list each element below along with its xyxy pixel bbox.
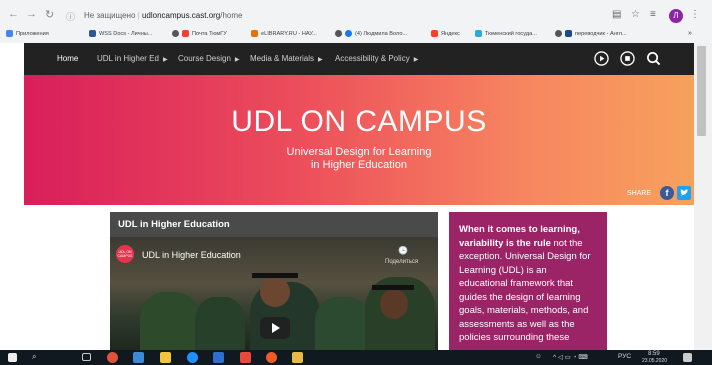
yandex-browser-icon[interactable]	[266, 352, 277, 363]
site-navbar: Home UDL in Higher Ed ▶ Course Design ▶ Me…	[24, 43, 694, 75]
caret-right-icon: ▶	[318, 57, 323, 63]
clock-time[interactable]: 8:59	[648, 351, 660, 357]
play-audio-icon[interactable]	[594, 51, 609, 66]
back-icon[interactable]: ←	[8, 8, 19, 20]
video-share-label[interactable]: Поделиться	[385, 259, 418, 265]
video-player[interactable]: UDL ON CAMPUS UDL in Higher Education 🕒 …	[110, 237, 438, 352]
app2-icon[interactable]	[292, 352, 303, 363]
yandex-icon	[431, 30, 438, 37]
caret-right-icon: ▶	[162, 57, 168, 63]
watch-later-icon[interactable]: 🕒	[398, 246, 408, 255]
nav-course-design[interactable]: Course Design ▶	[178, 54, 240, 63]
video-card-heading: UDL in Higher Education	[110, 212, 438, 237]
bookmarks-bar: Приложения WSS Docs - Личны... Почта Тюм…	[0, 27, 712, 42]
app-icon[interactable]	[133, 352, 144, 363]
url-host: udloncampus.cast.org	[141, 11, 221, 20]
share-label: SHARE	[627, 190, 652, 197]
scrollbar-thumb[interactable]	[697, 46, 706, 136]
chrome-icon[interactable]	[107, 352, 118, 363]
nav-accessibility-policy[interactable]: Accessibility & Policy ▶	[335, 54, 418, 63]
ie-icon[interactable]	[187, 352, 198, 363]
globe-icon	[555, 30, 562, 37]
info-icon[interactable]: ⓘ	[66, 10, 75, 23]
play-button[interactable]	[260, 317, 290, 339]
mail-icon[interactable]	[213, 352, 224, 363]
yandex-taskbar-icon[interactable]	[240, 352, 251, 363]
intro-body-text: not the exception. Universal Design for …	[459, 237, 591, 344]
elibrary-icon	[251, 30, 258, 37]
stop-audio-icon[interactable]	[620, 51, 635, 66]
url-path: /home	[220, 11, 243, 20]
tray-icons[interactable]: ^ ◁ ▭ ◔ ⌨	[553, 353, 588, 361]
nav-udl-higher-ed[interactable]: UDL in Higher Ed ▶	[97, 54, 168, 63]
menu-icon[interactable]: ⋮	[690, 9, 700, 20]
address-row: ← → ↻ ⓘ Не защищено | udloncampus.cast.o…	[0, 5, 712, 27]
search-icon[interactable]	[646, 51, 661, 66]
bookmark-elibrary[interactable]: eLIBRARY.RU - НАУ...	[251, 30, 317, 37]
nav-media-materials[interactable]: Media & Materials ▶	[250, 54, 323, 63]
bookmark-yandex[interactable]: Яндекс	[431, 30, 460, 37]
bookmark-utmn[interactable]: Тюменский госуда...	[475, 30, 537, 37]
browser-chrome: ← → ↻ ⓘ Не защищено | udloncampus.cast.o…	[0, 0, 712, 43]
apps-icon	[6, 30, 13, 37]
video-title[interactable]: UDL in Higher Education	[142, 250, 241, 260]
hero-title: UDL ON CAMPUS	[231, 105, 487, 138]
globe-icon	[335, 30, 342, 37]
translate-icon[interactable]: ▤	[612, 9, 621, 20]
hero-banner: UDL ON CAMPUS Universal Design for Learn…	[24, 75, 694, 205]
google-icon	[182, 30, 189, 37]
globe-icon	[172, 30, 179, 37]
search-taskbar-icon[interactable]: ⌕	[32, 352, 36, 362]
profile-avatar[interactable]: Л	[669, 9, 683, 23]
more-bookmarks-icon[interactable]: »	[688, 30, 692, 37]
bookmark-star-icon[interactable]: ☆	[631, 9, 640, 20]
twitter-share-icon[interactable]	[677, 186, 691, 200]
bookmark-translator[interactable]: переводчик - Англ...	[555, 30, 627, 37]
facebook-share-icon[interactable]: f	[660, 186, 674, 200]
people-icon[interactable]: ☺	[535, 353, 542, 360]
reload-icon[interactable]: ↻	[45, 8, 54, 21]
video-scene	[140, 292, 200, 352]
language-indicator[interactable]: РУС	[618, 353, 631, 360]
bookmark-mail[interactable]: Почта ТюмГУ	[172, 30, 227, 37]
address-bar[interactable]: Не защищено | udloncampus.cast.org/home	[84, 8, 242, 24]
intro-text-box: When it comes to learning, variability i…	[449, 212, 607, 352]
reading-list-icon[interactable]: ≡	[650, 9, 656, 20]
security-label: Не защищено	[84, 11, 136, 20]
utmn-icon	[475, 30, 482, 37]
dictionary-icon	[565, 30, 572, 37]
clock-date[interactable]: 23.05.2020	[642, 358, 667, 364]
nav-home[interactable]: Home	[57, 54, 78, 63]
video-card: UDL in Higher Education UDL ON CAMPUS UD…	[110, 212, 438, 352]
wss-icon	[89, 30, 96, 37]
task-view-icon[interactable]	[82, 353, 91, 361]
facebook-icon	[345, 30, 352, 37]
channel-logo[interactable]: UDL ON CAMPUS	[116, 245, 134, 263]
caret-right-icon: ▶	[234, 57, 240, 63]
notifications-icon[interactable]	[683, 353, 692, 362]
hero-subtitle: Universal Design for Learning in Higher …	[286, 146, 432, 171]
bookmark-apps[interactable]: Приложения	[6, 30, 49, 37]
caret-right-icon: ▶	[413, 57, 419, 63]
bookmark-facebook[interactable]: (4) Людмила Воло...	[335, 30, 407, 37]
bookmark-wss[interactable]: WSS Docs - Личны...	[89, 30, 153, 37]
explorer-icon[interactable]	[160, 352, 171, 363]
forward-icon[interactable]: →	[26, 8, 37, 20]
windows-taskbar: ⌕ ☺ ^ ◁ ▭ ◔ ⌨ РУС 8:59 23.05.2020	[0, 350, 712, 365]
start-icon[interactable]	[8, 353, 17, 362]
